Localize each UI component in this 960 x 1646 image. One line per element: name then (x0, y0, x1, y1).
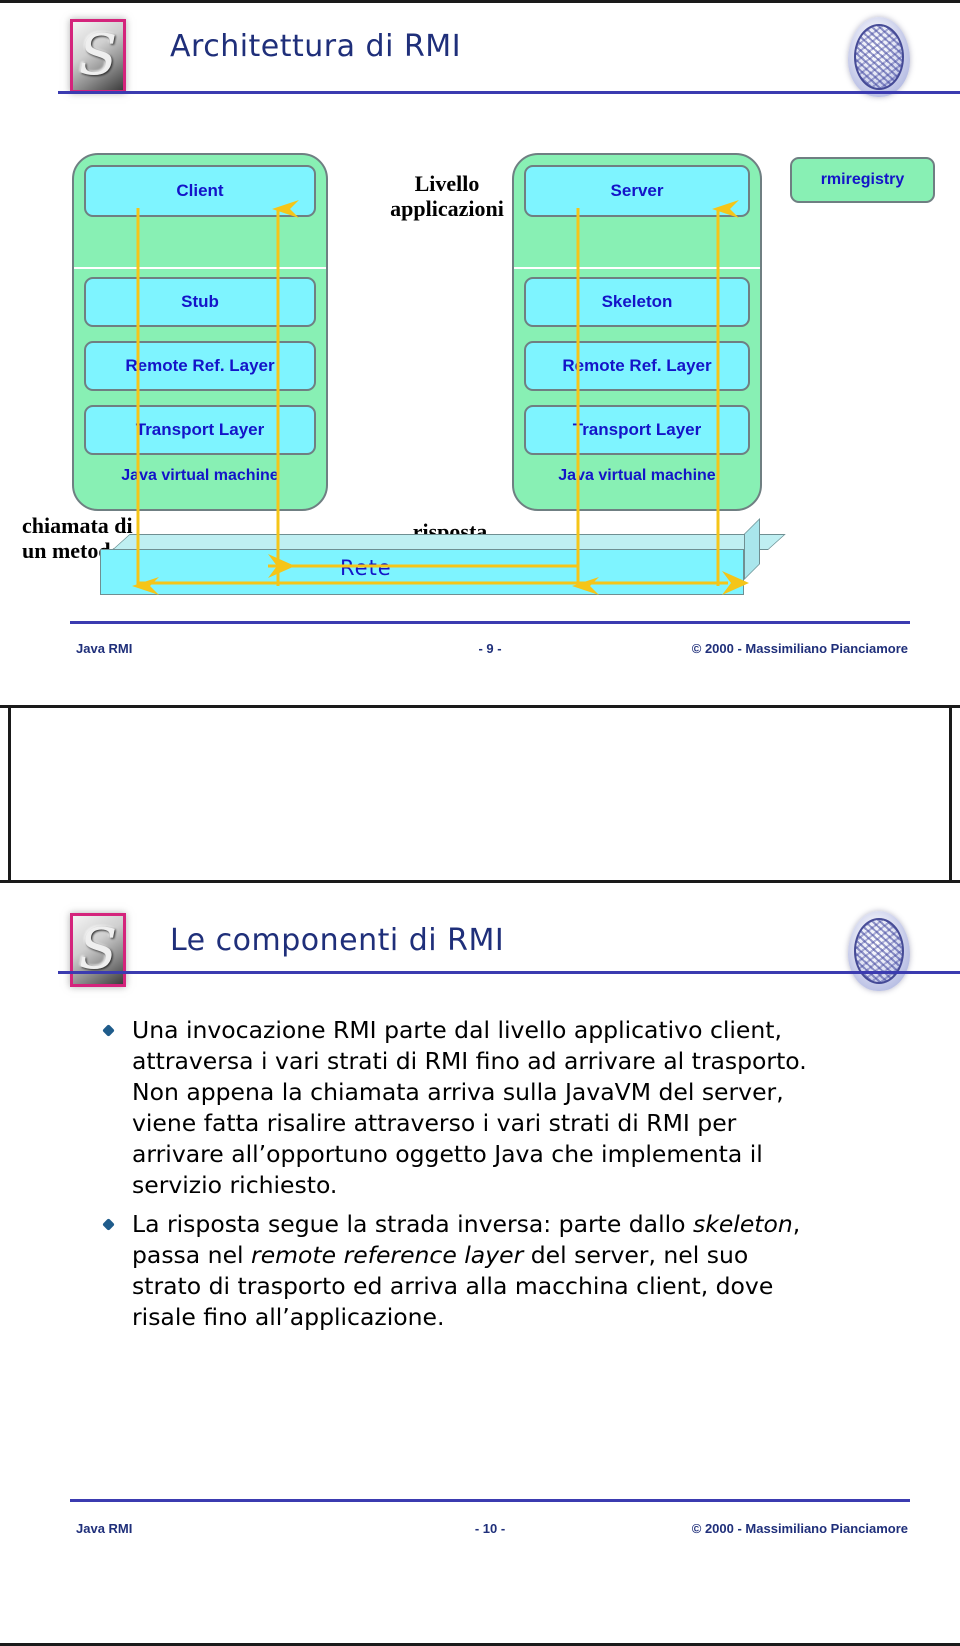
slide1-footer-rule (70, 621, 910, 624)
footer-copyright: © 2000 - Massimiliano Pianciamore (691, 1521, 908, 1536)
bullet-text: La risposta segue la strada inversa: par… (132, 1210, 801, 1331)
slide2-footer: Java RMI - 10 - © 2000 - Massimiliano Pi… (70, 1521, 910, 1541)
network-slab-front (100, 549, 744, 595)
page-title: Le componenti di RMI (170, 923, 505, 958)
server-remote-ref-layer-box: Remote Ref. Layer (524, 341, 750, 391)
server-application-box: Server (524, 165, 750, 217)
bullet-diamond-icon (102, 1024, 115, 1037)
client-jvm-container: Client Stub Remote Ref. Layer Transport … (72, 153, 328, 511)
slide2-footer-rule (70, 1499, 910, 1502)
client-jvm-divider (74, 267, 326, 269)
swirl-glyph: S (78, 917, 118, 982)
client-transport-layer-box: Transport Layer (84, 405, 316, 455)
footer-page-number: - 9 - (478, 641, 502, 656)
footer-copyright: © 2000 - Massimiliano Pianciamore (691, 641, 908, 656)
client-application-box: Client (84, 165, 316, 217)
bullet-invocazione: Una invocazione RMI parte dal livello ap… (102, 1015, 824, 1201)
server-transport-layer-box: Transport Layer (524, 405, 750, 455)
bullet-risposta: La risposta segue la strada inversa: par… (102, 1209, 824, 1333)
seal-glyph (854, 918, 904, 984)
network-slab-top (112, 534, 786, 550)
slide-architettura-di-rmi: S Architettura di RMI Client Stub Remote… (0, 0, 960, 708)
slide-le-componenti-di-rmi: S Le componenti di RMI Una invocazione R… (0, 880, 960, 1646)
bullet-list: Una invocazione RMI parte dal livello ap… (102, 1015, 824, 1341)
client-stub-box: Stub (84, 277, 316, 327)
footer-deck-name: Java RMI (76, 641, 133, 656)
rmi-architecture-diagram: Client Stub Remote Ref. Layer Transport … (0, 3, 960, 623)
footer-page-number: - 10 - (474, 1521, 506, 1536)
network-label: Rete (340, 556, 392, 580)
network-slab-side (744, 518, 760, 580)
server-skeleton-box: Skeleton (524, 277, 750, 327)
server-jvm-divider (514, 267, 760, 269)
application-level-label: Livello applicazioni (390, 171, 504, 222)
bullet-text: Una invocazione RMI parte dal livello ap… (132, 1016, 807, 1199)
slide2-header-rule (58, 971, 960, 974)
server-jvm-container: Server Skeleton Remote Ref. Layer Transp… (512, 153, 762, 511)
politecnico-swirl-logo-icon: S (70, 913, 126, 987)
client-remote-ref-layer-box: Remote Ref. Layer (84, 341, 316, 391)
client-jvm-caption: Java virtual machine (121, 467, 279, 484)
server-jvm-caption: Java virtual machine (558, 467, 716, 484)
slide2-header: S Le componenti di RMI (70, 911, 910, 1003)
footer-deck-name: Java RMI (76, 1521, 133, 1536)
rmiregistry-box: rmiregistry (790, 157, 935, 203)
university-seal-logo-icon (848, 911, 910, 991)
slide1-footer: Java RMI - 9 - © 2000 - Massimiliano Pia… (70, 641, 910, 661)
bullet-diamond-icon (102, 1218, 115, 1231)
